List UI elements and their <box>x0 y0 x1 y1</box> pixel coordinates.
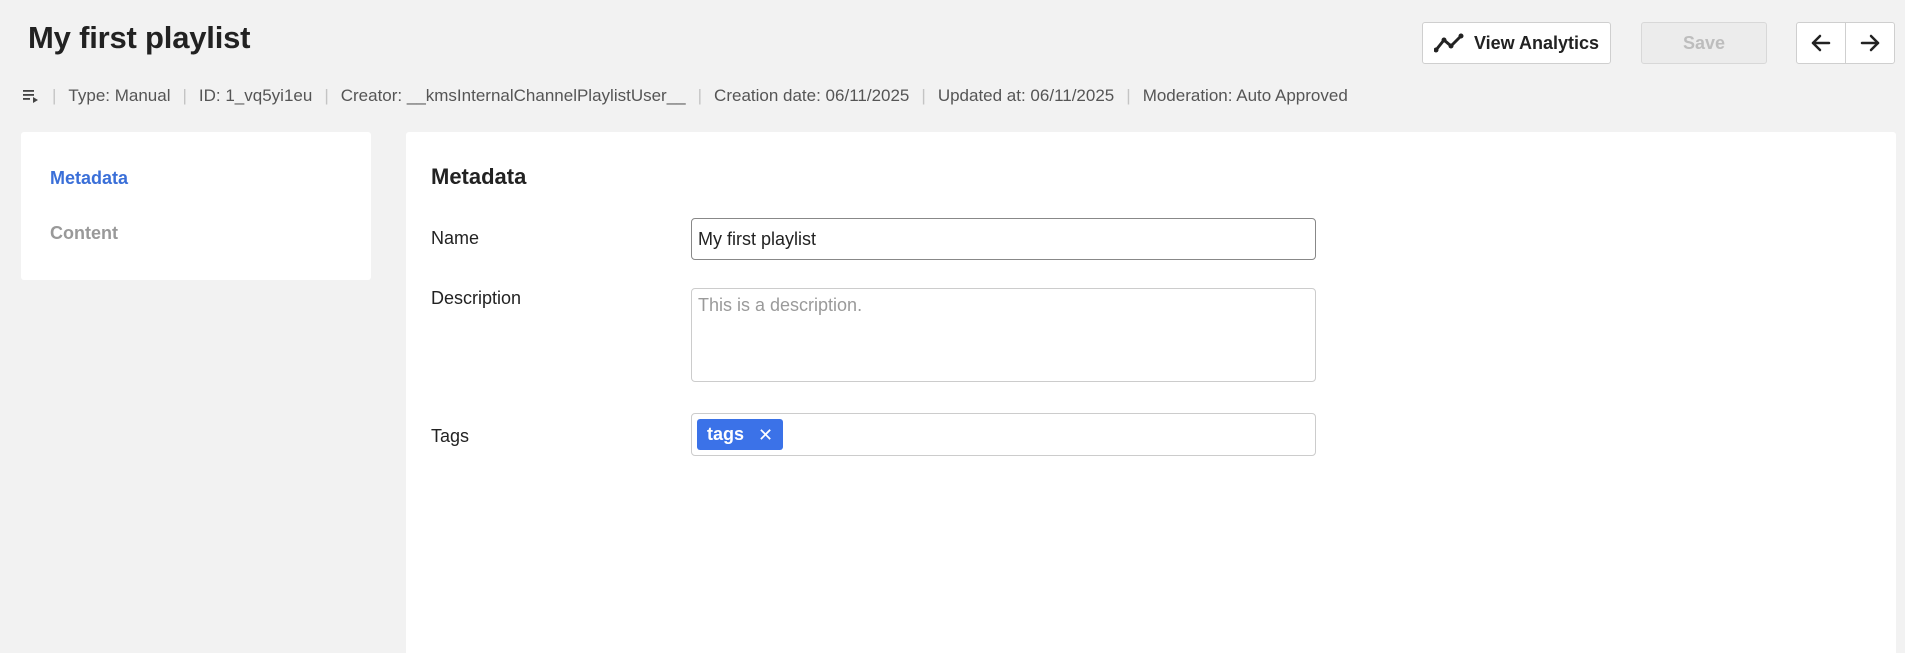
tag-chip-label: tags <box>707 424 745 444</box>
tags-label: Tags <box>431 426 470 446</box>
separator: | <box>324 86 329 105</box>
meta-id: ID: 1_vq5yi1eu <box>198 86 313 105</box>
meta-creator: Creator: __kmsInternalChannelPlaylistUse… <box>340 86 686 105</box>
description-textarea[interactable] <box>691 288 1316 382</box>
meta-updated-at: Updated at: 06/11/2025 <box>937 86 1115 105</box>
close-icon[interactable]: ✕ <box>758 426 773 444</box>
view-analytics-button[interactable]: View Analytics <box>1422 22 1611 64</box>
separator: | <box>182 86 187 105</box>
analytics-trend-icon <box>1433 33 1464 53</box>
section-title: Metadata <box>431 164 527 189</box>
meta-type: Type: Manual <box>68 86 171 105</box>
tag-chip: tags ✕ <box>697 419 784 450</box>
metadata-panel: Metadata Name Description Tags tags ✕ <box>406 132 1896 653</box>
entry-metadata-line: | Type: Manual | ID: 1_vq5yi1eu | Creato… <box>22 84 1348 108</box>
page-title: My first playlist <box>28 20 251 55</box>
separator: | <box>697 86 703 105</box>
page: My first playlist View Analytics Save | … <box>0 0 1905 653</box>
save-button[interactable]: Save <box>1641 22 1767 64</box>
sidebar-item-content[interactable]: Content <box>50 223 118 244</box>
view-analytics-label: View Analytics <box>1473 32 1600 53</box>
meta-moderation: Moderation: Auto Approved <box>1142 86 1348 105</box>
sidebar: Metadata Content <box>21 132 371 280</box>
navigation-buttons <box>1796 22 1895 64</box>
arrow-left-icon <box>1811 34 1831 52</box>
name-input[interactable] <box>691 218 1316 260</box>
arrow-right-icon <box>1860 34 1880 52</box>
name-label: Name <box>431 228 480 248</box>
next-button[interactable] <box>1845 23 1894 63</box>
separator: | <box>1126 86 1131 105</box>
meta-creation-date: Creation date: 06/11/2025 <box>714 86 910 105</box>
tags-input[interactable]: tags ✕ <box>691 413 1316 456</box>
separator: | <box>921 86 926 105</box>
description-label: Description <box>431 288 522 308</box>
sidebar-item-metadata[interactable]: Metadata <box>50 168 128 189</box>
previous-button[interactable] <box>1797 23 1845 63</box>
playlist-icon <box>22 87 40 105</box>
separator: | <box>52 86 57 105</box>
